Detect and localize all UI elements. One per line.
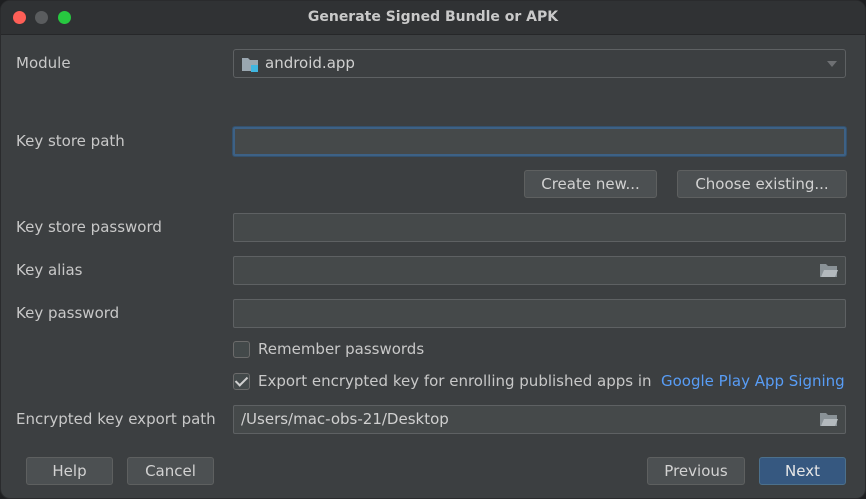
export-key-checkbox[interactable] [233,373,250,390]
dialog-title: Generate Signed Bundle or APK [307,9,559,25]
google-play-signing-link[interactable]: Google Play App Signing [661,372,845,390]
keystore-password-input[interactable] [233,213,846,242]
remember-passwords-label[interactable]: Remember passwords [258,340,424,358]
export-path-input[interactable]: /Users/mac-obs-21/Desktop [233,405,846,434]
chevron-down-icon [827,61,837,67]
folder-browse-icon[interactable] [820,263,838,278]
key-alias-input[interactable] [233,256,846,285]
key-alias-field[interactable] [233,256,846,285]
choose-existing-button[interactable]: Choose existing... [677,170,847,198]
folder-browse-icon[interactable] [820,412,838,427]
remember-passwords-checkbox[interactable] [233,341,250,358]
key-password-input[interactable] [233,299,846,328]
module-value: android.app [265,54,355,72]
keystore-path-label: Key store path [16,132,125,150]
module-label: Module [16,54,71,72]
folder-module-icon [242,58,258,72]
export-path-field[interactable]: /Users/mac-obs-21/Desktop [233,405,846,434]
keystore-path-input[interactable] [233,127,846,156]
export-key-label[interactable]: Export encrypted key for enrolling publi… [258,372,652,390]
key-password-label: Key password [16,304,120,322]
module-dropdown[interactable]: android.app [233,49,846,78]
title-bar: Generate Signed Bundle or APK [1,1,865,35]
cancel-button[interactable]: Cancel [127,457,214,485]
export-path-label: Encrypted key export path [16,410,216,428]
export-path-value: /Users/mac-obs-21/Desktop [241,410,449,428]
create-new-button[interactable]: Create new... [524,170,657,198]
keystore-password-label: Key store password [16,218,162,236]
key-alias-label: Key alias [16,261,83,279]
dialog-window: Generate Signed Bundle or APK Module and… [0,0,866,499]
previous-button[interactable]: Previous [647,457,745,485]
next-button[interactable]: Next [759,457,846,485]
help-button[interactable]: Help [26,457,113,485]
